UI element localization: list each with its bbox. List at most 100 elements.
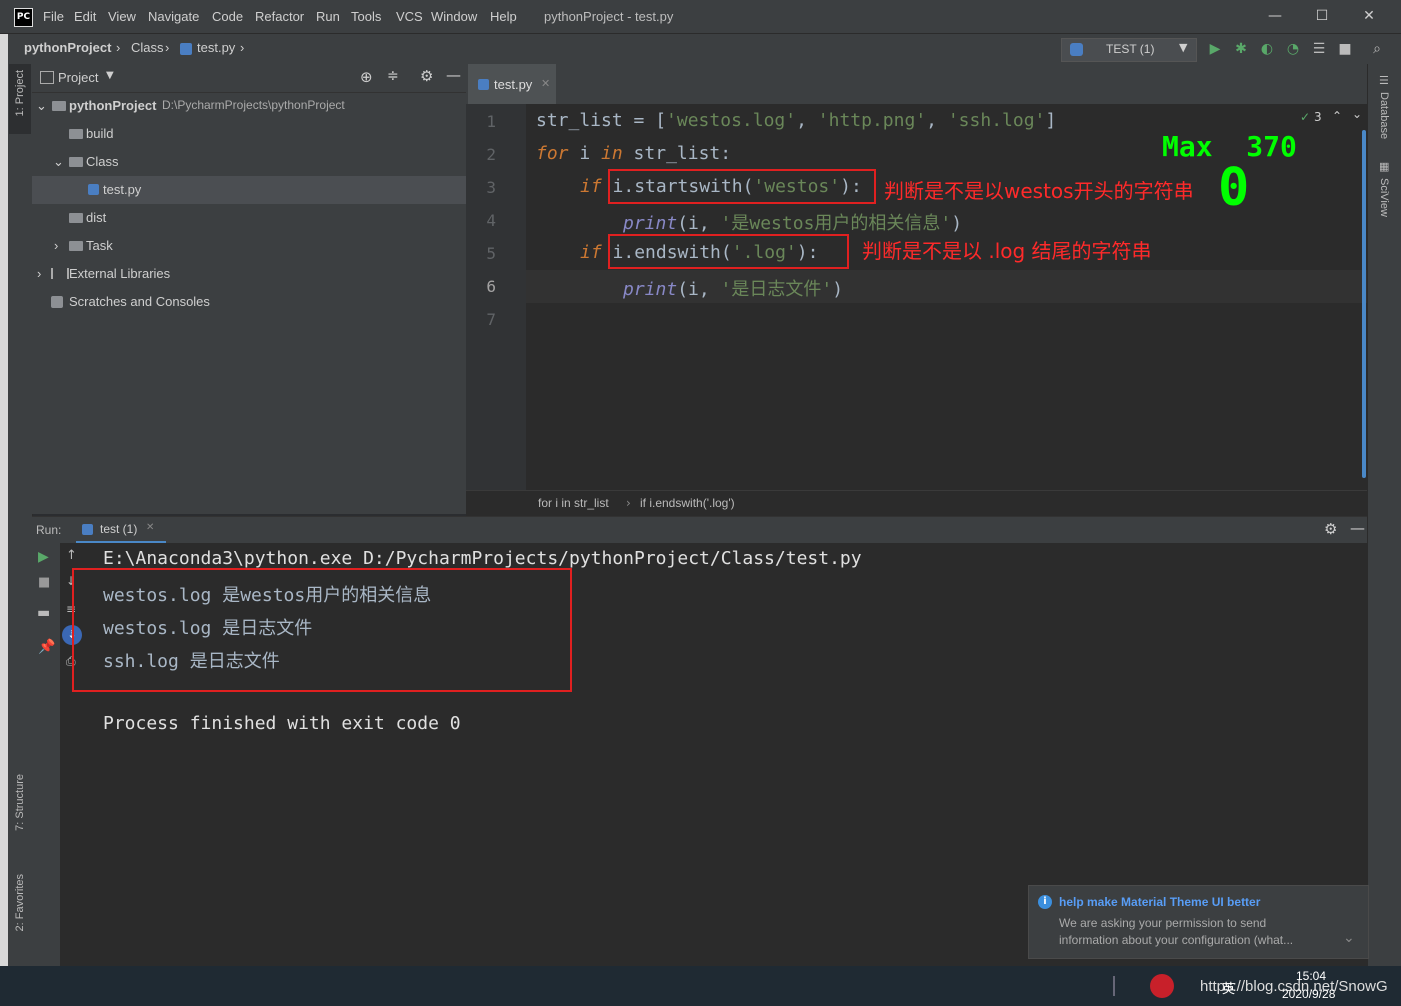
editor-scrollbar[interactable] <box>1362 130 1366 478</box>
tree-item-pythonproject[interactable]: ⌄ pythonProject D:\PycharmProjects\pytho… <box>32 92 466 120</box>
scratch-icon <box>51 296 63 308</box>
tree-item-test-py[interactable]: test.py <box>32 176 466 204</box>
menu-navigate[interactable]: Navigate <box>148 9 199 24</box>
code-token: , <box>796 110 818 131</box>
keyword: for <box>536 143 569 164</box>
menu-edit[interactable]: Edit <box>74 9 96 24</box>
structure-tool-tab[interactable]: 7: Structure <box>9 770 31 860</box>
chevron-up-icon[interactable]: ⌃ <box>1332 109 1342 123</box>
layout-icon[interactable]: ▬ <box>37 605 50 621</box>
pin-icon[interactable]: 📌 <box>38 639 55 655</box>
chevron-down-icon: ⌄ <box>36 98 47 113</box>
stop-icon[interactable]: ■ <box>1336 40 1354 58</box>
tree-item-build[interactable]: build <box>32 120 466 148</box>
material-theme-notification[interactable]: i help make Material Theme UI better We … <box>1028 885 1369 959</box>
editor-breadcrumb-for[interactable]: for i in str_list <box>538 496 609 510</box>
clock-date[interactable]: 2020/9/28 <box>1282 987 1335 1001</box>
code-line-2[interactable]: for i in str_list: <box>536 143 731 164</box>
run-configuration-select[interactable]: TEST (1) ▼ <box>1061 38 1197 62</box>
sciview-tool-tab[interactable]: ▦ SciView <box>1374 160 1396 230</box>
title-bar <box>0 0 1401 34</box>
run-tab-test[interactable]: test (1) ✕ <box>76 517 166 544</box>
tab-test-py[interactable]: test.py ✕ <box>468 64 556 107</box>
favorites-tool-label: 2: Favorites <box>14 874 26 932</box>
project-tool-tab[interactable]: 1: Project <box>9 64 31 134</box>
menu-refactor[interactable]: Refactor <box>255 9 304 24</box>
code-line-6[interactable]: print(i, '是日志文件') <box>623 275 843 301</box>
tray-app-icon[interactable] <box>1150 974 1174 998</box>
gear-icon[interactable]: ⚙ <box>1324 520 1337 538</box>
editor-breadcrumb-if[interactable]: if i.endswith('.log') <box>640 496 735 510</box>
menu-run[interactable]: Run <box>316 9 340 24</box>
search-icon[interactable]: ⌕ <box>1368 40 1386 58</box>
clock-time[interactable]: 15:04 <box>1296 969 1326 983</box>
chevron-down-icon: ⌄ <box>53 154 64 169</box>
chevron-down-icon[interactable]: ▼ <box>106 70 114 81</box>
menu-code[interactable]: Code <box>212 9 243 24</box>
breadcrumb-separator: › <box>626 496 631 510</box>
code-token: ) <box>951 213 963 234</box>
tree-item-label: dist <box>86 210 107 225</box>
tab-label: test.py <box>494 77 533 92</box>
project-view-icon <box>40 71 54 84</box>
breadcrumb-project[interactable]: pythonProject <box>24 40 111 55</box>
tree-item-task[interactable]: › Task <box>32 232 466 260</box>
hide-icon[interactable]: — <box>446 66 461 84</box>
breadcrumb-class[interactable]: Class <box>131 40 164 55</box>
code-token: ) <box>832 279 844 300</box>
database-tool-tab[interactable]: ☰ Database <box>1374 72 1396 152</box>
menu-file[interactable]: File <box>43 9 64 24</box>
inspection-widget[interactable]: ✓ 3 ⌃ ⌄ <box>1294 107 1364 128</box>
menu-tools[interactable]: Tools <box>351 9 381 24</box>
locate-icon[interactable]: ⊕ <box>360 68 373 86</box>
tree-item-label: Scratches and Consoles <box>69 294 210 309</box>
string-literal: 'ssh.log' <box>947 110 1046 131</box>
favorites-tool-tab[interactable]: 2: Favorites <box>9 870 31 954</box>
scroll-up-icon[interactable]: ↑ <box>66 548 77 563</box>
tree-item-scratches[interactable]: Scratches and Consoles <box>32 288 466 316</box>
library-icon <box>51 268 69 279</box>
maximize-button[interactable]: ☐ <box>1307 5 1337 27</box>
line-number: 3 <box>486 178 496 197</box>
chevron-down-icon[interactable]: ⌄ <box>1343 930 1355 946</box>
run-panel-header: Run: test (1) ✕ ⚙ — <box>32 516 1367 544</box>
code-token: (i, <box>677 213 721 234</box>
close-icon[interactable]: ✕ <box>146 522 154 533</box>
code-line-4[interactable]: print(i, '是westos用户的相关信息') <box>623 209 962 235</box>
minimize-button[interactable]: — <box>1260 5 1290 27</box>
menu-view[interactable]: View <box>108 9 136 24</box>
concurrency-icon[interactable]: ☰ <box>1310 40 1328 58</box>
builtin-function: print <box>623 279 678 300</box>
line-number: 2 <box>486 145 496 164</box>
annotation-box-endswith <box>608 234 849 269</box>
code-line-1[interactable]: str_list = ['westos.log', 'http.png', 's… <box>536 110 1056 131</box>
run-icon[interactable]: ▶ <box>1206 40 1224 58</box>
close-button[interactable]: ✕ <box>1354 5 1384 27</box>
window-title: pythonProject - test.py <box>544 9 674 24</box>
tree-item-class[interactable]: ⌄ Class <box>32 148 466 176</box>
chevron-down-icon[interactable]: ⌄ <box>1352 107 1362 121</box>
tree-item-external-libraries[interactable]: › External Libraries <box>32 260 466 288</box>
stop-icon[interactable]: ■ <box>38 575 50 590</box>
keyword: if <box>580 242 602 263</box>
collapse-all-icon[interactable]: ≑ <box>387 68 399 84</box>
hide-icon[interactable]: — <box>1350 519 1365 537</box>
gear-icon[interactable]: ⚙ <box>420 67 433 85</box>
menu-help[interactable]: Help <box>490 9 517 24</box>
notification-title[interactable]: help make Material Theme UI better <box>1059 895 1260 909</box>
tree-item-dist[interactable]: dist <box>32 204 466 232</box>
profile-icon[interactable]: ◔ <box>1284 40 1302 58</box>
ime-indicator[interactable]: 英 <box>1222 978 1235 997</box>
project-view-select[interactable]: Project <box>58 70 98 85</box>
debug-icon[interactable]: ✱ <box>1232 40 1250 58</box>
menu-vcs[interactable]: VCS <box>396 9 423 24</box>
breadcrumb-separator: › <box>165 40 170 55</box>
close-icon[interactable]: ✕ <box>541 77 550 90</box>
database-icon: ☰ <box>1379 74 1389 87</box>
rerun-icon[interactable]: ▶ <box>38 549 49 565</box>
annotation-endswith: 判断是不是以 .log 结尾的字符串 <box>862 239 1152 263</box>
coverage-icon[interactable]: ◐ <box>1258 40 1276 58</box>
notification-body-line: information about your configuration (wh… <box>1059 933 1294 947</box>
breadcrumb-file[interactable]: test.py <box>197 40 235 55</box>
menu-window[interactable]: Window <box>431 9 477 24</box>
